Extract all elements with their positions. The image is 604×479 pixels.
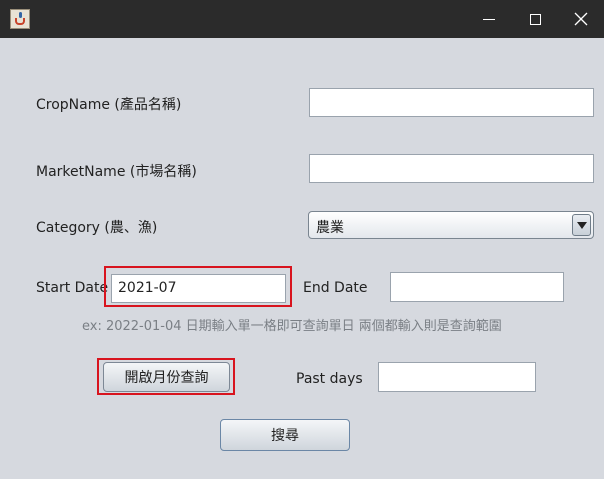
- minimize-icon: [483, 18, 495, 20]
- chevron-down-icon: [576, 221, 587, 229]
- search-button[interactable]: 搜尋: [220, 419, 350, 451]
- category-selected-value: 農業: [316, 220, 344, 236]
- minimize-button[interactable]: [466, 0, 512, 38]
- end-date-label: End Date: [303, 280, 368, 296]
- market-name-input[interactable]: [309, 154, 594, 183]
- search-button-label: 搜尋: [271, 428, 299, 444]
- start-date-input[interactable]: 2021-07: [111, 274, 286, 303]
- category-select[interactable]: 農業: [308, 211, 594, 239]
- month-query-button-label: 開啟月份查詢: [124, 370, 209, 386]
- month-query-button[interactable]: 開啟月份查詢: [103, 362, 230, 392]
- crop-name-input[interactable]: [309, 88, 594, 117]
- java-cup-icon: [10, 9, 30, 29]
- maximize-icon: [529, 13, 541, 25]
- market-name-label: MarketName (市場名稱): [36, 164, 197, 180]
- close-icon: [574, 12, 588, 26]
- close-button[interactable]: [558, 0, 604, 38]
- date-hint-text: ex: 2022-01-04 日期輸入單一格即可查詢單日 兩個都輸入則是查詢範圍: [82, 319, 502, 334]
- start-date-label: Start Date: [36, 280, 109, 296]
- crop-name-label: CropName (產品名稱): [36, 97, 182, 113]
- end-date-input[interactable]: [390, 272, 564, 302]
- dropdown-arrow-button[interactable]: [572, 214, 591, 236]
- maximize-button[interactable]: [512, 0, 558, 38]
- past-days-input[interactable]: [378, 362, 536, 392]
- past-days-label: Past days: [296, 371, 363, 387]
- category-label: Category (農、漁): [36, 220, 158, 236]
- title-bar: [0, 0, 604, 38]
